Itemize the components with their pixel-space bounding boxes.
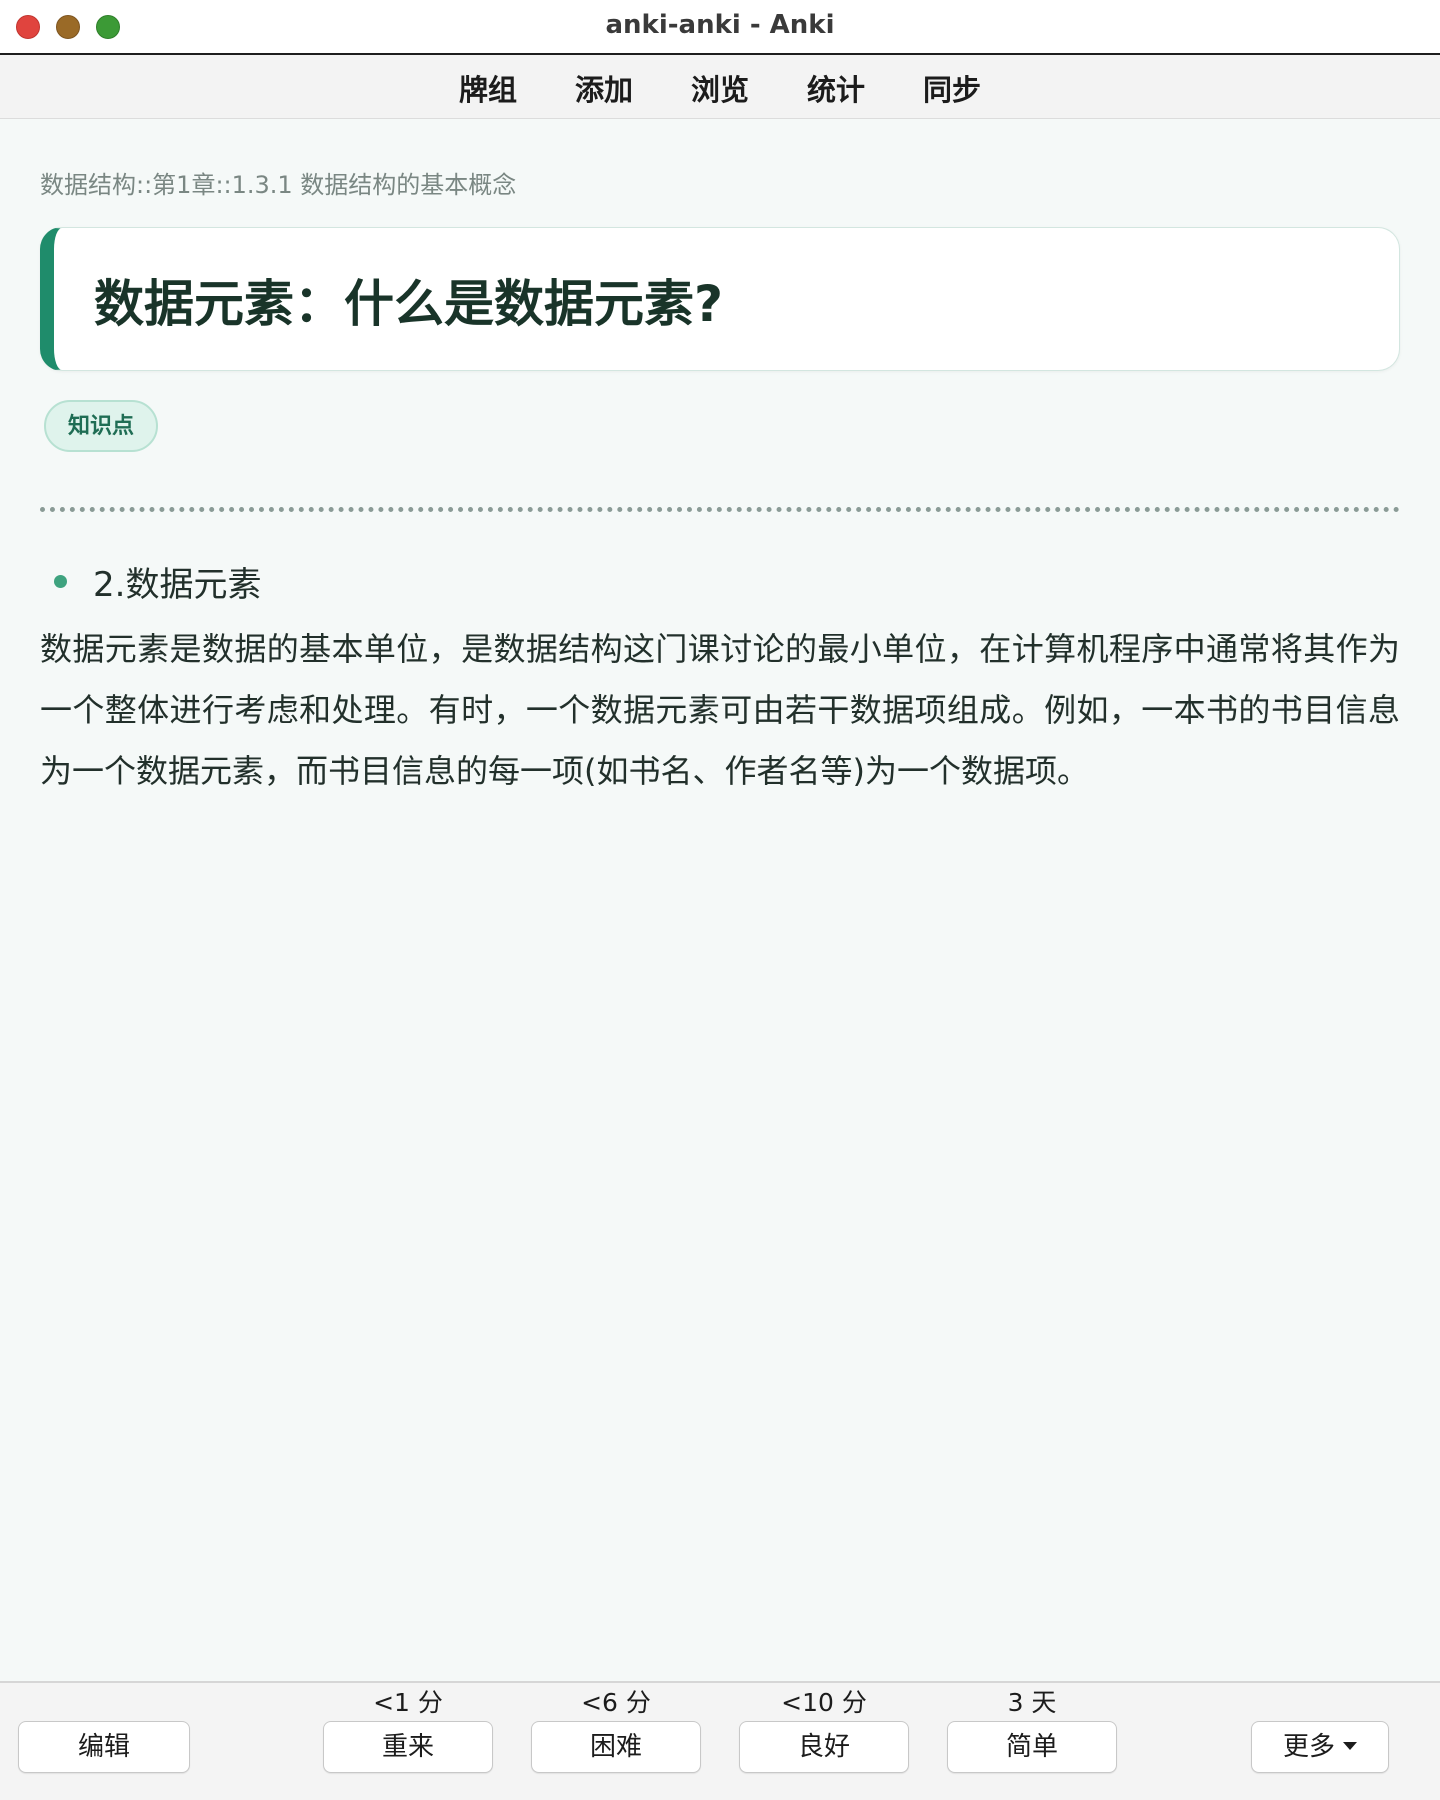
bullet-dot-icon	[54, 575, 67, 588]
window-title: anki-anki - Anki	[605, 10, 835, 40]
answer-text: 数据元素是数据的基本单位，是数据结构这门课讨论的最小单位，在计算机程序中通常将其…	[40, 630, 1400, 790]
toolbar-stats[interactable]: 统计	[778, 67, 894, 109]
bullet-text: 2.数据元素	[93, 565, 262, 605]
deck-breadcrumb: 数据结构::第1章::1.3.1 数据结构的基本概念	[40, 171, 517, 199]
title-bar[interactable]: anki-anki - Anki	[0, 0, 1440, 55]
toolbar-decks[interactable]: 牌组	[430, 67, 546, 109]
easy-button[interactable]: 简单	[947, 1721, 1117, 1773]
answer-divider	[40, 507, 1400, 512]
anki-window: anki-anki - Anki 牌组 添加 浏览 统计 同步 数据结构::第1…	[0, 0, 1440, 1800]
question-title: 数据元素：什么是数据元素?	[94, 275, 724, 333]
more-button[interactable]: 更多	[1251, 1721, 1389, 1773]
tag-badge: 知识点	[44, 400, 159, 452]
question-card: 数据元素：什么是数据元素?	[40, 227, 1400, 371]
toolbar-add[interactable]: 添加	[546, 67, 662, 109]
main-toolbar: 牌组 添加 浏览 统计 同步	[0, 55, 1440, 119]
edit-button[interactable]: 编辑	[18, 1721, 190, 1773]
toolbar-browse[interactable]: 浏览	[662, 67, 778, 109]
hard-button[interactable]: 困难	[531, 1721, 701, 1773]
toolbar-sync[interactable]: 同步	[894, 67, 1010, 109]
easy-interval: 3 天	[1007, 1688, 1057, 1717]
good-button[interactable]: 良好	[739, 1721, 909, 1773]
good-interval: <10 分	[781, 1688, 867, 1717]
again-button[interactable]: 重来	[323, 1721, 493, 1773]
review-bottom-bar: 编辑 <1 分 重来 <6 分 困难 <10 分 良好 3 天 简单 更多	[0, 1681, 1440, 1800]
hard-interval: <6 分	[581, 1688, 651, 1717]
again-interval: <1 分	[373, 1688, 443, 1717]
more-button-label: 更多	[1282, 1732, 1335, 1762]
caret-down-icon	[1343, 1741, 1357, 1750]
